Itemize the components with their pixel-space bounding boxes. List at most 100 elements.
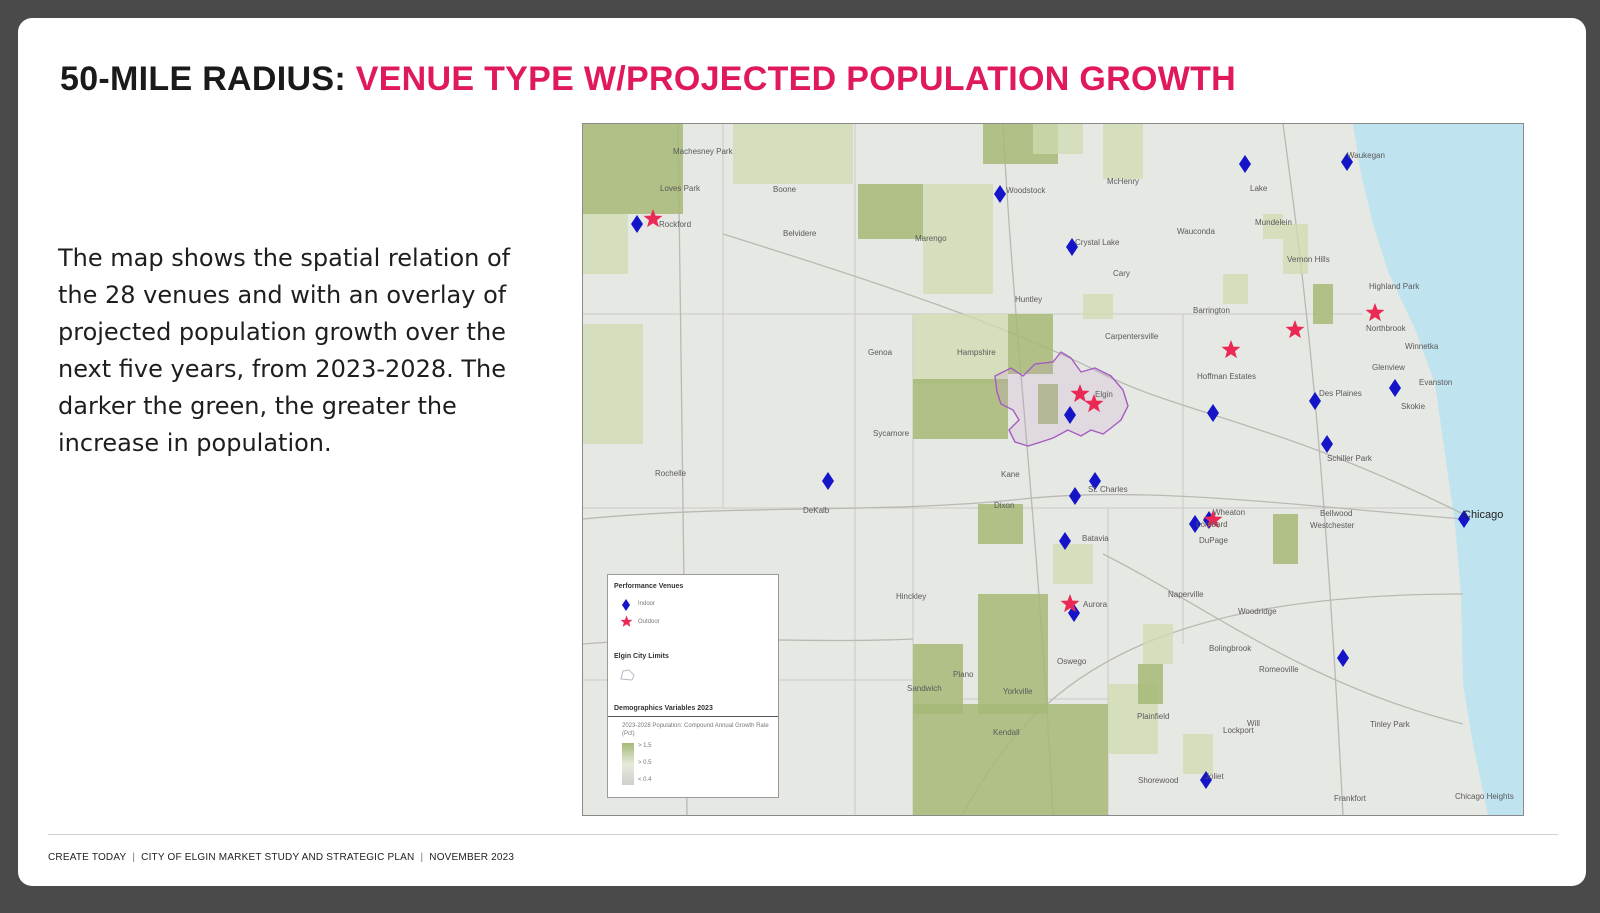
map-place-label: Kane xyxy=(1001,470,1020,479)
map-place-label: Lombard xyxy=(1196,520,1228,529)
map-place-label: Marengo xyxy=(915,234,947,243)
map-place-label: Mundelein xyxy=(1255,218,1292,227)
legend-outdoor-label: Outdoor xyxy=(638,619,660,625)
map-place-label: Des Plaines xyxy=(1319,389,1362,398)
legend-venues-title: Performance Venues xyxy=(614,583,684,590)
map-place-label: Woodstock xyxy=(1006,186,1046,195)
growth-area xyxy=(583,324,643,444)
map-place-label: Loves Park xyxy=(660,184,701,193)
legend-indoor-diamond-icon xyxy=(622,599,630,611)
legend-growth-class-3: < 0.4 xyxy=(638,777,652,783)
map-place-label: Chicago xyxy=(1463,509,1504,521)
growth-area xyxy=(1183,734,1213,774)
map-place-label: DuPage xyxy=(1199,536,1228,545)
growth-area xyxy=(913,644,963,714)
map-place-label: Huntley xyxy=(1015,295,1043,304)
map-place-label: Plano xyxy=(953,670,974,679)
growth-area xyxy=(1313,284,1333,324)
footer-document: CITY OF ELGIN MARKET STUDY AND STRATEGIC… xyxy=(141,852,415,863)
map-place-label: Cary xyxy=(1113,269,1130,278)
map-place-label: Frankfort xyxy=(1334,794,1367,803)
map-place-label: Naperville xyxy=(1168,590,1204,599)
legend-outdoor-star-icon xyxy=(620,615,633,627)
map-place-label: Will xyxy=(1247,719,1260,728)
legend-demographics-title: Demographics Variables 2023 xyxy=(614,705,713,712)
map-description: The map shows the spatial relation of th… xyxy=(58,244,511,457)
map-place-label: Belvidere xyxy=(783,229,817,238)
title-highlight: VENUE TYPE W/PROJECTED POPULATION GROWTH xyxy=(355,60,1237,98)
map-place-label: Wheaton xyxy=(1213,508,1246,517)
slide: 50-MILE RADIUS: VENUE TYPE W/PROJECTED P… xyxy=(18,18,1586,886)
map-place-label: Evanston xyxy=(1419,378,1453,387)
map-place-label: Wauconda xyxy=(1177,227,1215,236)
map-place-label: Machesney Park xyxy=(673,147,733,156)
footer-brand: CREATE TODAY xyxy=(48,852,127,863)
footer-divider xyxy=(48,834,1558,835)
map-place-label: DeKalb xyxy=(803,506,830,515)
map-place-label: Winnetka xyxy=(1405,342,1439,351)
map-place-label: McHenry xyxy=(1107,177,1140,186)
growth-area xyxy=(978,504,1023,544)
map-place-label: Crystal Lake xyxy=(1075,238,1120,247)
map-place-label: Bellwood xyxy=(1320,509,1353,518)
map-place-label: Barrington xyxy=(1193,306,1230,315)
legend-growth-ramp xyxy=(622,743,634,785)
legend-growth-class-2: > 0.5 xyxy=(638,760,652,766)
map-place-label: Highland Park xyxy=(1369,282,1420,291)
map-place-label: Sandwich xyxy=(907,684,942,693)
map-place-label: Skokie xyxy=(1401,402,1426,411)
growth-area xyxy=(1053,544,1093,584)
growth-area xyxy=(1083,294,1113,319)
map-place-label: Westchester xyxy=(1310,521,1355,530)
map-place-label: Lake xyxy=(1250,184,1268,193)
map-place-label: Romeoville xyxy=(1259,665,1299,674)
map-place-label: Joliet xyxy=(1205,772,1224,781)
growth-area xyxy=(583,124,683,214)
legend-city-limits-swatch-icon xyxy=(620,669,635,681)
growth-area xyxy=(913,379,1008,439)
map-place-label: Yorkville xyxy=(1003,687,1033,696)
map-place-label: Plainfield xyxy=(1137,712,1170,721)
map-place-label: Dixon xyxy=(994,501,1015,510)
growth-area xyxy=(1283,224,1308,274)
growth-area xyxy=(1143,624,1173,664)
map-place-label: Chicago Heights xyxy=(1455,792,1514,801)
legend-indoor-label: Indoor xyxy=(638,601,656,607)
map-place-label: Hampshire xyxy=(957,348,996,357)
growth-area xyxy=(1033,124,1083,154)
map-place-label: Sycamore xyxy=(873,429,910,438)
map-place-label: Aurora xyxy=(1083,600,1108,609)
legend-city-limits-title: Elgin City Limits xyxy=(614,653,669,660)
map-place-label: Genoa xyxy=(868,348,893,357)
venue-map[interactable]: Chicago Naperville Aurora Elgin Carpentersvi… xyxy=(582,123,1524,816)
map-place-label: Vernon Hills xyxy=(1287,255,1330,264)
growth-area xyxy=(913,704,1108,815)
map-place-label: Batavia xyxy=(1082,534,1109,543)
map-place-label: Boone xyxy=(773,185,797,194)
map-place-label: Kendall xyxy=(993,728,1020,737)
map-place-label: Shorewood xyxy=(1138,776,1179,785)
map-legend: Performance Venues Indoor Outdoor Elgin … xyxy=(607,574,779,798)
map-place-label: Hinckley xyxy=(896,592,927,601)
map-place-label: Rochelle xyxy=(655,469,687,478)
map-place-label: Hoffman Estates xyxy=(1197,372,1256,381)
growth-area xyxy=(1223,274,1248,304)
map-place-label: St. Charles xyxy=(1088,485,1128,494)
map-place-label: Northbrook xyxy=(1366,324,1406,333)
map-place-label: Rockford xyxy=(659,220,692,229)
growth-area xyxy=(1103,124,1143,179)
map-place-label: Oswego xyxy=(1057,657,1087,666)
map-place-label: Tinley Park xyxy=(1370,720,1410,729)
growth-area xyxy=(1138,664,1163,704)
slide-footer: CREATE TODAY | CITY OF ELGIN MARKET STUDY … xyxy=(48,852,515,863)
growth-area xyxy=(858,184,923,239)
map-place-label: Carpentersville xyxy=(1105,332,1159,341)
growth-area xyxy=(733,124,853,184)
growth-area xyxy=(978,594,1048,714)
title-prefix: 50-MILE RADIUS: xyxy=(60,60,346,98)
map-place-label: Elgin xyxy=(1095,390,1113,399)
footer-date: NOVEMBER 2023 xyxy=(429,852,515,863)
slide-title: 50-MILE RADIUS: VENUE TYPE W/PROJECTED P… xyxy=(60,60,1236,99)
map-place-label: Glenview xyxy=(1372,363,1405,372)
growth-area xyxy=(583,214,628,274)
